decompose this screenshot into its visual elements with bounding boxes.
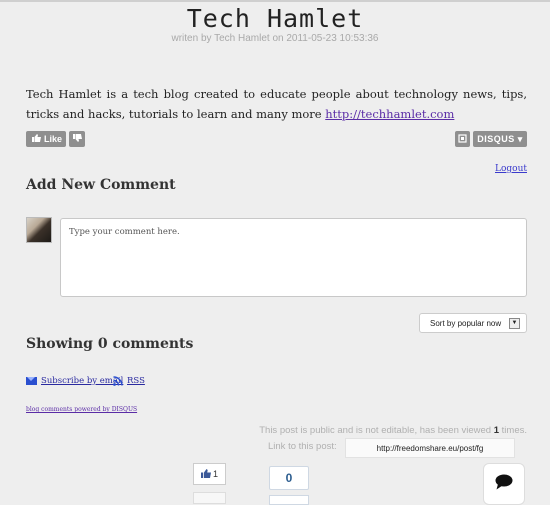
top-border [0,0,550,2]
like-button[interactable]: Like [26,131,66,147]
chat-bubble-icon [495,474,513,494]
post-link-field[interactable]: http://freedomshare.eu/post/fg [345,438,515,458]
reaction-button[interactable] [455,131,470,147]
sort-select[interactable]: Sort by popular now ▼ [419,313,527,333]
powered-by-link[interactable]: blog comments powered by DISQUS [26,406,137,413]
chat-button[interactable] [483,463,525,505]
public-note-suffix: times. [501,425,527,436]
rss-icon [113,376,123,386]
rss-link[interactable]: RSS [127,376,145,386]
post-byline: writen by Tech Hamlet on 2011-05-23 10:5… [171,33,379,44]
thumbs-down-icon [72,134,82,144]
secondary-like-button[interactable] [193,492,226,504]
thumbs-up-icon [200,468,211,480]
add-comment-heading: Add New Comment [26,177,176,193]
share-button[interactable] [269,495,309,505]
subscribe-email-link[interactable]: Subscribe by email [41,376,123,386]
logout-link[interactable]: Logout [495,164,527,174]
fb-like-count: 1 [212,469,218,479]
subscribe-email[interactable]: Subscribe by email [26,376,123,386]
view-count: 1 [493,425,500,436]
fb-like-button[interactable]: 1 [193,463,226,485]
disqus-menu-button[interactable]: DISQUS ▾ [473,131,527,147]
sort-label: Sort by popular now [430,318,502,328]
post-body-link[interactable]: http://techhamlet.com [325,107,454,121]
mail-icon [26,377,37,385]
rss-feed[interactable]: RSS [113,376,145,386]
avatar [26,217,52,243]
post-title: Tech Hamlet [186,4,364,33]
comment-input[interactable]: Type your comment here. [60,218,527,297]
like-label: Like [43,134,62,144]
public-note-prefix: This post is public and is not editable,… [259,425,492,436]
thumbs-up-icon [31,134,41,144]
dislike-button[interactable] [69,131,85,147]
chevron-down-icon: ▼ [509,318,520,329]
reaction-icon [458,133,467,145]
post-body: Tech Hamlet is a tech blog created to ed… [26,84,527,124]
link-label: Link to this post: [268,441,337,452]
comment-count-heading: Showing 0 comments [26,336,194,352]
share-counter[interactable]: 0 [269,466,309,490]
public-note: This post is public and is not editable,… [259,425,527,436]
